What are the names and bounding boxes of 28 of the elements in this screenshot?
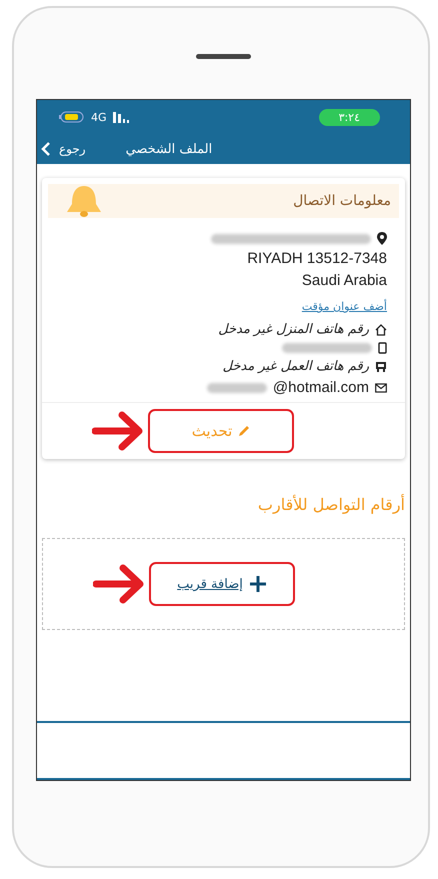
battery-icon [59, 111, 85, 123]
envelope-icon [375, 382, 387, 392]
email-domain-text: @hotmail.com [272, 379, 369, 396]
add-relative-button[interactable]: إضافة قريب [149, 562, 295, 606]
back-button[interactable]: رجوع [41, 141, 86, 157]
mobile-phone-icon [378, 342, 387, 354]
add-temp-address-link[interactable]: أضف عنوان مؤقت [302, 300, 387, 313]
signal-icon [112, 111, 129, 123]
redacted-text [206, 382, 267, 392]
address-line: Saudi Arabia [300, 272, 387, 289]
plus-icon [248, 575, 267, 593]
screen-title: الملف الشخصي [126, 142, 212, 156]
time-pill: ٣:٢٤ [318, 108, 380, 126]
network-label: 4G [91, 110, 107, 124]
office-icon [375, 360, 387, 372]
bell-icon [64, 184, 104, 218]
home-icon [375, 324, 387, 336]
relatives-title: أرقام التواصل للأقارب [256, 495, 405, 514]
work-phone-text: رقم هاتف العمل غير مدخل [222, 359, 369, 374]
location-pin-icon [377, 232, 387, 245]
arrow-icon [93, 564, 145, 604]
speaker-slot [196, 54, 251, 59]
address-line: RIYADH 13512-7348 [246, 250, 387, 267]
home-phone-text: رقم هاتف المنزل غير مدخل [218, 322, 369, 337]
section-title: معلومات الاتصال [293, 193, 391, 209]
arrow-icon [92, 411, 144, 451]
chevron-left-icon [41, 141, 51, 157]
pencil-icon [238, 425, 250, 437]
